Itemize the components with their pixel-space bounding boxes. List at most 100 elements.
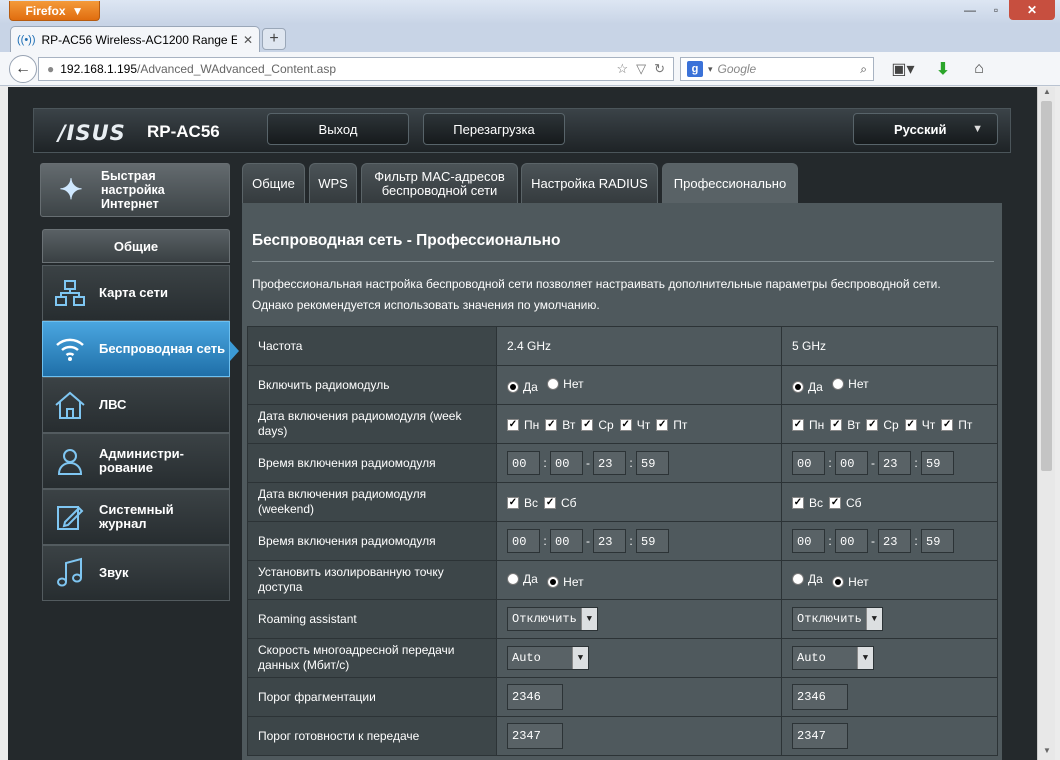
close-window-button[interactable]: ✕ [1009,0,1055,20]
radio-button-selected[interactable] [792,380,804,393]
checkbox-fri[interactable]: ✓ Пт [656,418,687,432]
end-minute-input[interactable]: 59 [921,451,954,475]
back-button[interactable]: ← [9,55,37,83]
ap-isolation-5-yes[interactable]: Да [792,572,823,586]
sidebar-item-system-log[interactable]: Системный журнал [42,489,230,545]
checkbox-fri[interactable]: ✓ Пт [941,418,972,432]
checkbox-checked[interactable]: ✓ [656,419,669,431]
radio-button-selected[interactable] [507,380,519,393]
sidebar-item-network-map[interactable]: Карта сети [42,265,230,321]
bookmark-star-icon[interactable]: ☆ [616,61,628,77]
end-minute-input[interactable]: 59 [636,451,669,475]
checkbox-checked[interactable]: ✓ [829,497,842,509]
bookmarks-button[interactable]: ▣▾ [888,58,918,80]
google-engine-icon[interactable]: g [687,61,703,77]
checkbox-checked[interactable]: ✓ [830,419,843,431]
radio-button[interactable] [547,377,560,390]
start-hour-input[interactable]: 00 [507,451,540,475]
radio-enable-5-no[interactable]: Нет [832,377,869,391]
sidebar-item-administration[interactable]: Администри-рование [42,433,230,489]
checkbox-checked[interactable]: ✓ [507,419,519,431]
tab-wps[interactable]: WPS [309,163,357,203]
checkbox-wed[interactable]: ✓ Ср [581,418,614,432]
search-bar[interactable]: g ▾ Google ⌕ [680,57,874,81]
radio-enable-24-no[interactable]: Нет [547,377,584,391]
fragmentation-input-24[interactable]: 2346 [507,684,563,710]
minimize-button[interactable]: — [957,0,983,20]
radio-button[interactable] [792,572,804,585]
checkbox-tue[interactable]: ✓ Вт [545,418,575,432]
checkbox-sun[interactable]: ✓ Вс [792,496,823,510]
vertical-scrollbar[interactable]: ▲ ▼ [1037,87,1055,760]
tab-mac-filter[interactable]: Фильтр MAC-адресов беспроводной сети [361,163,518,203]
checkbox-sun[interactable]: ✓ Вс [507,496,538,510]
start-minute-input[interactable]: 00 [550,529,583,553]
fragmentation-input-5[interactable]: 2346 [792,684,848,710]
sidebar-item-sound[interactable]: Звук [42,545,230,601]
checkbox-wed[interactable]: ✓ Ср [866,418,899,432]
downloads-button[interactable]: ⬇ [932,58,954,80]
checkbox-checked[interactable]: ✓ [866,419,879,431]
multicast-select-5[interactable]: Auto ▼ [792,646,874,670]
radio-enable-24-yes[interactable]: Да [507,380,538,394]
checkbox-sat[interactable]: ✓ Сб [829,496,862,510]
start-hour-input[interactable]: 00 [792,451,825,475]
checkbox-mon[interactable]: ✓ Пн [507,418,539,432]
ap-isolation-5-no[interactable]: Нет [832,575,869,589]
sidebar-item-wireless[interactable]: Беспроводная сеть [42,321,230,377]
roaming-select-24[interactable]: Отключить ▼ [507,607,598,631]
checkbox-checked[interactable]: ✓ [941,419,954,431]
tab-professional[interactable]: Профессионально [662,163,798,204]
start-hour-input[interactable]: 00 [792,529,825,553]
url-bar[interactable]: ● 192.168.1.195/Advanced_WAdvanced_Conte… [38,57,674,81]
engine-dropdown-icon[interactable]: ▾ [708,64,713,75]
checkbox-checked[interactable]: ✓ [581,419,594,431]
multicast-select-24[interactable]: Auto ▼ [507,646,589,670]
checkbox-checked[interactable]: ✓ [619,419,632,431]
checkbox-checked[interactable]: ✓ [544,497,557,509]
quick-internet-setup-button[interactable]: ✦ Быстрая настройка Интернет [40,163,230,217]
search-icon[interactable]: ⌕ [860,62,867,77]
start-hour-input[interactable]: 00 [507,529,540,553]
start-minute-input[interactable]: 00 [835,451,868,475]
home-button[interactable]: ⌂ [968,58,990,80]
rts-input-24[interactable]: 2347 [507,723,563,749]
scroll-up-icon[interactable]: ▲ [1038,87,1056,101]
ap-isolation-24-no[interactable]: Нет [547,575,584,589]
checkbox-sat[interactable]: ✓ Сб [544,496,577,510]
checkbox-thu[interactable]: ✓ Чт [904,418,935,432]
checkbox-tue[interactable]: ✓ Вт [830,418,860,432]
reload-icon[interactable]: ↻ [654,61,665,77]
start-minute-input[interactable]: 00 [835,529,868,553]
start-minute-input[interactable]: 00 [550,451,583,475]
rts-input-5[interactable]: 2347 [792,723,848,749]
radio-enable-5-yes[interactable]: Да [792,380,823,394]
browser-tab[interactable]: ((•)) RP-AC56 Wireless-AC1200 Range Exte… [10,26,260,53]
close-tab-icon[interactable]: ✕ [243,33,253,47]
radio-button[interactable] [832,377,845,390]
end-hour-input[interactable]: 23 [593,451,626,475]
reboot-button[interactable]: Перезагрузка [423,113,565,145]
end-minute-input[interactable]: 59 [921,529,954,553]
checkbox-checked[interactable]: ✓ [792,419,804,431]
maximize-button[interactable]: ▫ [983,0,1009,20]
checkbox-checked[interactable]: ✓ [507,497,519,509]
radio-button[interactable] [507,572,519,585]
language-select[interactable]: Русский ▼ [853,113,998,145]
checkbox-checked[interactable]: ✓ [904,419,917,431]
radio-button-selected[interactable] [547,575,560,588]
new-tab-button[interactable]: + [262,28,286,50]
end-hour-input[interactable]: 23 [593,529,626,553]
search-input[interactable]: Google [718,62,757,76]
ap-isolation-24-yes[interactable]: Да [507,572,538,586]
end-minute-input[interactable]: 59 [636,529,669,553]
end-hour-input[interactable]: 23 [878,529,911,553]
checkbox-thu[interactable]: ✓ Чт [619,418,650,432]
checkbox-checked[interactable]: ✓ [545,419,558,431]
end-hour-input[interactable]: 23 [878,451,911,475]
checkbox-mon[interactable]: ✓ Пн [792,418,824,432]
scroll-down-icon[interactable]: ▼ [1038,746,1056,760]
sidebar-item-lan[interactable]: ЛВС [42,377,230,433]
firefox-menu-button[interactable]: Firefox ▼ [9,1,100,21]
tab-radius[interactable]: Настройка RADIUS [521,163,658,203]
